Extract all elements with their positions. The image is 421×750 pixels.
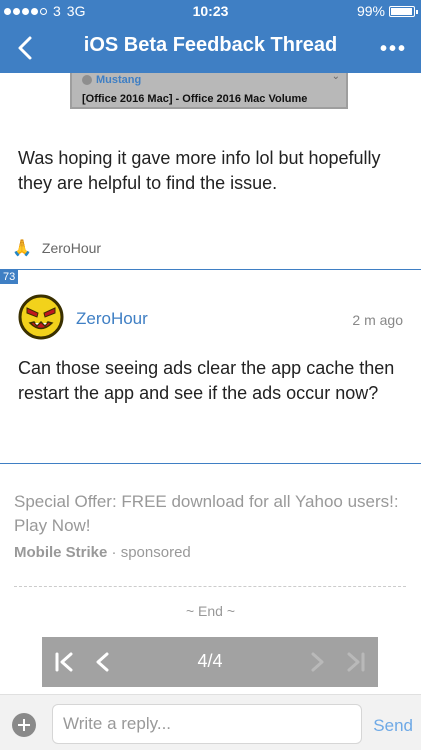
- quoted-user-name: Mustang: [96, 74, 142, 86]
- quoted-image[interactable]: Mustang ⌄ [Office 2016 Mac] - Office 201…: [70, 71, 348, 109]
- post-text: Can those seeing ads clear the app cache…: [18, 358, 395, 403]
- next-page-icon[interactable]: [304, 649, 330, 675]
- liked-by: ZeroHour: [41, 240, 102, 256]
- pager: 4/4: [42, 637, 378, 687]
- sponsored-ad[interactable]: Special Offer: FREE download for all Yah…: [14, 490, 410, 561]
- ad-meta: Mobile Strike · sponsored: [14, 544, 410, 561]
- send-button[interactable]: Send: [373, 716, 413, 736]
- post-time: 2 m ago: [352, 312, 403, 328]
- quoted-title: [Office 2016 Mac] - Office 2016 Mac Volu…: [82, 93, 308, 105]
- pray-icon: 🙏: [12, 240, 32, 257]
- battery-icon: [389, 5, 418, 17]
- back-icon[interactable]: [12, 34, 40, 62]
- reply-bar: Send: [0, 694, 421, 750]
- post-bottom-divider: [0, 463, 421, 464]
- chevron-down-icon: ⌄: [331, 71, 340, 82]
- last-page-icon[interactable]: [342, 649, 368, 675]
- reply-input[interactable]: [52, 704, 362, 744]
- ad-separator: ·: [107, 544, 121, 561]
- ad-brand: Mobile Strike: [14, 544, 108, 561]
- ad-text[interactable]: Special Offer: FREE download for all Yah…: [14, 490, 410, 538]
- nav-bar: iOS Beta Feedback Thread •••: [0, 26, 421, 66]
- previous-post-text: Was hoping it gave more info lol but hop…: [18, 148, 381, 193]
- post-number: 73: [0, 270, 19, 284]
- quoted-user: Mustang: [82, 74, 141, 86]
- like-row[interactable]: 🙏 ZeroHour: [12, 238, 101, 258]
- post-divider: [0, 269, 421, 270]
- status-bar: 3 3G 10:23 99%: [0, 0, 421, 22]
- end-divider: [14, 586, 406, 587]
- page-title: iOS Beta Feedback Thread: [83, 34, 338, 56]
- battery-percent: 99%: [356, 3, 385, 19]
- header: 3 3G 10:23 99% iOS Beta Feedback Thread …: [0, 0, 421, 73]
- end-label: ~ End ~: [185, 603, 236, 619]
- battery-status: 99%: [356, 3, 418, 19]
- avatar[interactable]: [18, 294, 64, 340]
- post-author[interactable]: ZeroHour: [76, 309, 148, 329]
- quoted-avatar: [82, 75, 92, 85]
- add-attachment-icon[interactable]: [12, 713, 36, 737]
- ad-sponsored-label: sponsored: [120, 544, 191, 561]
- more-options-icon[interactable]: •••: [380, 38, 407, 61]
